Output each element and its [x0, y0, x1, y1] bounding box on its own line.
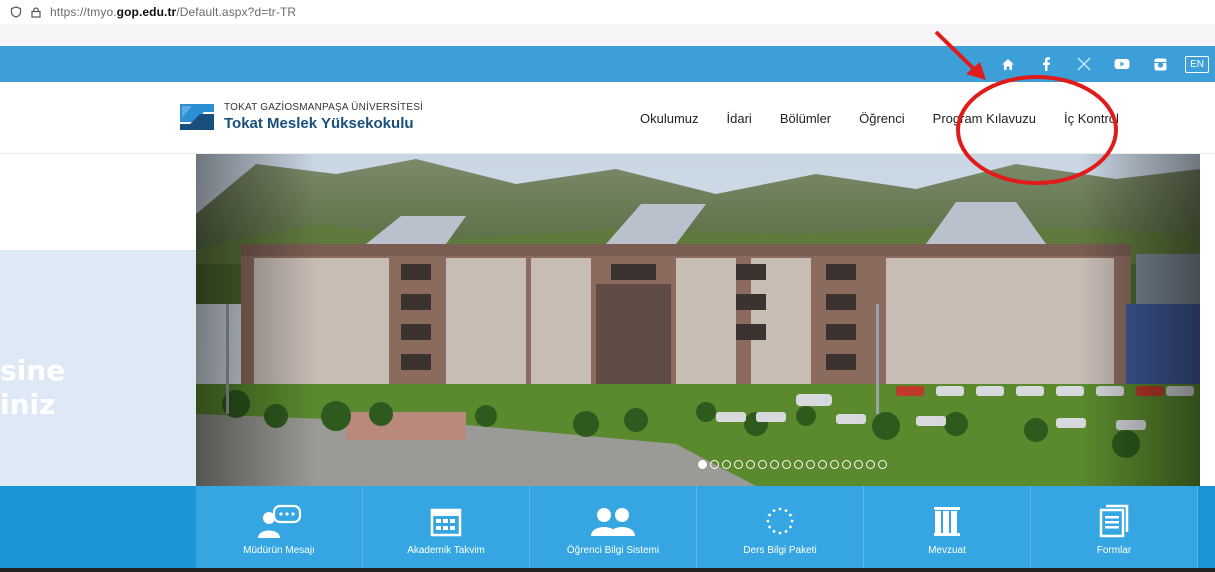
slider-dot[interactable] [866, 460, 875, 469]
toolbar-spacer [0, 24, 1215, 46]
slogan-text: sine iniz [0, 354, 65, 422]
top-social-bar: EN [0, 46, 1215, 82]
slider-dot[interactable] [794, 460, 803, 469]
quick-link-ders-bilgi-paketi[interactable]: Ders Bilgi Paketi [697, 486, 864, 568]
x-icon[interactable] [1065, 46, 1103, 82]
nav-item-okulumuz[interactable]: Okulumuz [640, 111, 699, 126]
page-bottom-edge [0, 568, 1215, 572]
youtube-icon[interactable] [1103, 46, 1141, 82]
slider-dot[interactable] [698, 460, 707, 469]
nav-item-ogrenci[interactable]: Öğrenci [859, 111, 905, 126]
nav-item-ic-kontrol[interactable]: İç Kontrol [1064, 111, 1119, 126]
school-name: Tokat Meslek Yüksekokulu [224, 115, 414, 132]
slider-dot[interactable] [722, 460, 731, 469]
slider-dot[interactable] [818, 460, 827, 469]
books-icon [932, 503, 962, 539]
hero-slider[interactable] [196, 154, 1200, 486]
slider-dot[interactable] [746, 460, 755, 469]
side-banner: sine iniz [0, 154, 196, 486]
quick-link-mudurun-mesaji[interactable]: Müdürün Mesajı [196, 486, 363, 568]
facebook-icon[interactable] [1027, 46, 1065, 82]
home-icon[interactable] [989, 46, 1027, 82]
students-icon [589, 503, 637, 539]
quick-link-formlar[interactable]: Formlar [1031, 486, 1198, 568]
nav-item-bolumler[interactable]: Bölümler [780, 111, 831, 126]
slider-dot[interactable] [710, 460, 719, 469]
slider-pagination [698, 460, 887, 469]
logo-mark-icon [178, 102, 216, 132]
quick-links-bar: Müdürün Mesajı Akademik Takvim Öğrenci B… [0, 486, 1215, 568]
message-icon [256, 503, 302, 539]
slogan-line-1: sine [0, 354, 66, 387]
university-name: TOKAT GAZİOSMANPAŞA ÜNİVERSİTESİ [224, 102, 424, 113]
shield-icon [10, 6, 22, 18]
quick-link-label: Öğrenci Bilgi Sistemi [566, 545, 660, 556]
slider-dot[interactable] [806, 460, 815, 469]
eu-stars-icon [763, 503, 797, 539]
quick-link-label: Ders Bilgi Paketi [743, 545, 817, 556]
slider-dot[interactable] [854, 460, 863, 469]
lock-icon [30, 6, 42, 18]
nav-item-program-kilavuzu[interactable]: Program Kılavuzu [933, 111, 1036, 126]
site-header: TOKAT GAZİOSMANPAŞA ÜNİVERSİTESİ Tokat M… [0, 82, 1215, 154]
quick-link-label: Mevzuat [928, 545, 966, 556]
quick-link-label: Formlar [1096, 545, 1132, 556]
forms-icon [1099, 503, 1129, 539]
quick-link-ogrenci-bilgi-sistemi[interactable]: Öğrenci Bilgi Sistemi [530, 486, 697, 568]
language-toggle[interactable]: EN [1185, 55, 1209, 73]
slider-dot[interactable] [782, 460, 791, 469]
quick-link-label: Müdürün Mesajı [243, 545, 315, 556]
nav-item-idari[interactable]: İdari [727, 111, 752, 126]
quick-link-akademik-takvim[interactable]: Akademik Takvim [363, 486, 530, 568]
slider-dot[interactable] [830, 460, 839, 469]
instagram-icon[interactable] [1141, 46, 1179, 82]
url-text[interactable]: https://tmyo.gop.edu.tr/Default.aspx?d=t… [50, 5, 296, 19]
calendar-icon [430, 503, 462, 539]
site-logo[interactable]: TOKAT GAZİOSMANPAŞA ÜNİVERSİTESİ Tokat M… [178, 102, 423, 132]
quick-link-label: Akademik Takvim [407, 545, 485, 556]
slider-dot[interactable] [734, 460, 743, 469]
browser-url-bar[interactable]: https://tmyo.gop.edu.tr/Default.aspx?d=t… [0, 0, 1215, 24]
slider-dot[interactable] [770, 460, 779, 469]
campus-photo [196, 154, 1200, 486]
slider-dot[interactable] [758, 460, 767, 469]
main-nav: Okulumuz İdari Bölümler Öğrenci Program … [640, 82, 1119, 154]
quick-link-mevzuat[interactable]: Mevzuat [864, 486, 1031, 568]
slider-dot[interactable] [842, 460, 851, 469]
slogan-line-2: iniz [0, 388, 56, 421]
slider-dot[interactable] [878, 460, 887, 469]
